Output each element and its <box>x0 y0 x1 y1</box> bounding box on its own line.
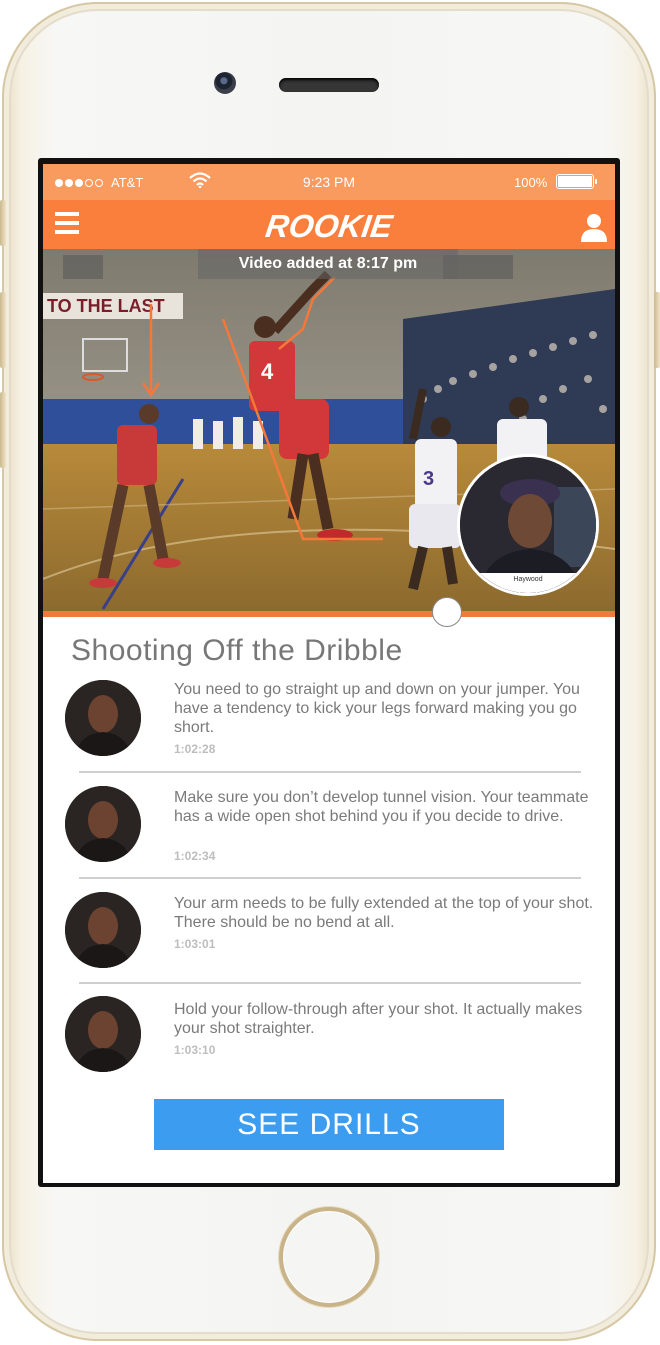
video-progress-bar[interactable] <box>43 611 615 617</box>
video-added-banner: Video added at 8:17 pm <box>198 249 458 279</box>
volume-down-button <box>0 392 6 468</box>
comment-divider <box>79 877 581 879</box>
svg-text:TO THE LAST: TO THE LAST <box>47 296 165 316</box>
coach-avatar <box>65 892 141 968</box>
comment-text: Hold your follow-through after your shot… <box>174 1001 583 1037</box>
coach-avatar <box>65 786 141 862</box>
coach-comment[interactable]: You need to go straight up and down on y… <box>43 676 615 776</box>
coach-video-bubble[interactable]: FAST Haywood <box>457 454 599 596</box>
battery-percentage: 100% <box>514 175 548 190</box>
svg-text:4: 4 <box>261 359 274 384</box>
mute-switch <box>0 200 6 246</box>
front-camera <box>214 72 236 94</box>
coach-comment[interactable]: Your arm needs to be fully extended at t… <box>43 888 615 988</box>
app-screen: AT&T 9:23 PM 100% ROOKIE TO THE LAST 4 3… <box>43 164 615 1183</box>
comment-timestamp[interactable]: 1:02:28 <box>174 742 215 756</box>
user-profile-icon[interactable] <box>579 212 609 242</box>
phone-screen: AT&T 9:23 PM 100% ROOKIE TO THE LAST 4 3… <box>38 158 620 1187</box>
battery-icon <box>556 174 597 189</box>
coach-comment[interactable]: Hold your follow-through after your shot… <box>43 992 615 1092</box>
coach-avatar <box>65 996 141 1072</box>
app-logo: ROOKIE <box>263 208 395 244</box>
power-button <box>654 292 660 368</box>
coach-avatar <box>65 680 141 756</box>
comment-divider <box>79 982 581 984</box>
comment-divider <box>79 771 581 773</box>
status-bar: AT&T 9:23 PM 100% <box>43 164 615 200</box>
comment-timestamp[interactable]: 1:02:34 <box>174 849 215 863</box>
volume-up-button <box>0 292 6 368</box>
comment-text: Your arm needs to be fully extended at t… <box>174 895 594 931</box>
app-header: ROOKIE <box>43 200 615 249</box>
comment-text: You need to go straight up and down on y… <box>174 681 580 736</box>
comment-timestamp[interactable]: 1:03:10 <box>174 1043 215 1057</box>
earpiece-speaker <box>279 78 379 92</box>
drill-title: Shooting Off the Dribble <box>71 634 403 667</box>
coach-comment[interactable]: Make sure you don’t develop tunnel visio… <box>43 782 615 882</box>
see-drills-button[interactable]: SEE DRILLS <box>154 1099 504 1150</box>
coach-name: Haywood <box>460 573 596 593</box>
home-button[interactable] <box>279 1207 379 1307</box>
video-scrubber-handle[interactable] <box>432 597 462 627</box>
video-player[interactable]: TO THE LAST 4 3 Video added at 8:17 pm H… <box>43 249 615 611</box>
svg-text:3: 3 <box>423 468 434 490</box>
comment-text: Make sure you don’t develop tunnel visio… <box>174 789 589 825</box>
comment-timestamp[interactable]: 1:03:01 <box>174 937 215 951</box>
